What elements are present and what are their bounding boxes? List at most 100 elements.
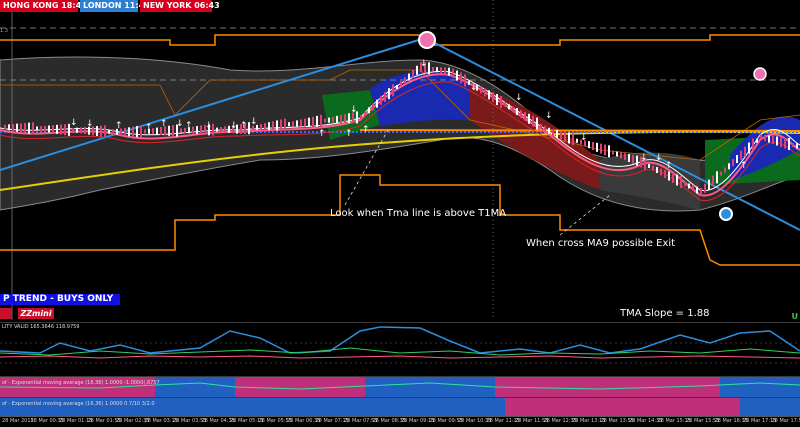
candle	[704, 184, 706, 193]
candle	[756, 139, 758, 143]
candle	[464, 74, 466, 86]
candle	[648, 164, 650, 168]
candle	[52, 125, 54, 133]
down-arrow-icon: ↓	[70, 118, 78, 128]
candle	[560, 131, 562, 140]
candle	[260, 124, 262, 130]
candle	[656, 167, 658, 173]
candle	[96, 126, 98, 136]
candle	[380, 96, 382, 105]
up-arrow-icon: ↑	[665, 161, 673, 171]
candle	[568, 133, 570, 144]
candle	[544, 126, 546, 131]
down-arrow-icon: ↓	[230, 121, 238, 131]
candle	[416, 66, 418, 75]
clock-london: LONDON 11:43	[80, 0, 138, 12]
candle	[156, 128, 158, 135]
candle	[796, 144, 798, 149]
candle	[616, 152, 618, 157]
down-arrow-icon: ↓	[655, 153, 663, 163]
candle	[132, 127, 134, 137]
bottom-marker-circle[interactable]	[720, 208, 732, 220]
candle	[328, 118, 330, 123]
candle	[692, 185, 694, 191]
candle	[724, 168, 726, 173]
candle	[388, 88, 390, 99]
candle	[384, 92, 386, 102]
candle	[716, 171, 718, 183]
candle	[24, 123, 26, 133]
candle	[592, 142, 594, 150]
annotation-tma-above: Look when Tma line is above T1MA	[330, 208, 506, 219]
candle	[784, 138, 786, 149]
main-chart[interactable]: ↑↑↑↑↑↑↑↑↑↑↓↓↓↓↓↓↓↓↓↓↓↓↓↓ 1.3 HONG KONG 1…	[0, 0, 800, 320]
candle	[536, 118, 538, 130]
candle	[16, 124, 18, 132]
candle	[684, 182, 686, 186]
candle	[552, 129, 554, 136]
candle	[588, 141, 590, 148]
candle	[456, 71, 458, 81]
down-arrow-icon: ↓	[580, 133, 588, 143]
candle	[708, 180, 710, 190]
candle	[364, 111, 366, 116]
time-label: 28 Mar 17:55	[772, 418, 800, 424]
top-marker-circle[interactable]	[419, 32, 435, 48]
candle	[340, 115, 342, 123]
down-arrow-icon: ↓	[515, 93, 523, 103]
candle	[360, 115, 362, 119]
candle	[596, 143, 598, 152]
up-arrow-icon: ↑	[115, 121, 123, 131]
candle	[48, 126, 50, 133]
candle	[492, 92, 494, 102]
time-label: 28 Mar 2015	[2, 418, 34, 424]
red-button[interactable]	[0, 308, 12, 319]
candle	[728, 163, 730, 169]
annotation-tma-slope: TMA Slope = 1.88	[620, 308, 710, 319]
candle	[80, 127, 82, 133]
candle	[484, 88, 486, 96]
candle	[448, 68, 450, 76]
candle	[168, 126, 170, 136]
candle	[488, 90, 490, 99]
candle	[60, 125, 62, 135]
candle	[108, 130, 110, 134]
candle	[548, 128, 550, 134]
candle	[332, 117, 334, 123]
candle	[288, 122, 290, 126]
candle	[736, 155, 738, 163]
candle	[400, 81, 402, 86]
candle	[104, 125, 106, 137]
candle	[76, 128, 78, 133]
indicator-panel-2[interactable]: of - Exponential moving average (16,36) …	[0, 376, 800, 397]
top-marker-circle-2[interactable]	[754, 68, 766, 80]
candle	[220, 127, 222, 132]
candle	[432, 67, 434, 71]
candle	[732, 159, 734, 166]
zzmini-button[interactable]: ZZmini	[18, 308, 54, 319]
indicator-panel-1[interactable]: LITY VALID 165.3646 118.9759	[0, 322, 800, 376]
candle	[772, 136, 774, 144]
down-arrow-icon: ↓	[205, 121, 213, 131]
candle	[408, 74, 410, 81]
candle	[40, 126, 42, 131]
candle	[136, 126, 138, 137]
corner-label: U	[792, 312, 799, 321]
indicator-1-pink-line	[0, 356, 800, 358]
candle	[264, 123, 266, 130]
candle	[280, 120, 282, 131]
up-arrow-icon: ↑	[362, 125, 370, 135]
candle	[672, 173, 674, 183]
candle	[696, 187, 698, 194]
candle	[652, 166, 654, 171]
candle	[300, 120, 302, 127]
candle	[392, 84, 394, 96]
candle	[276, 120, 278, 130]
candle	[44, 126, 46, 132]
candle	[528, 114, 530, 124]
indicator-3-label: of - Exponential moving average (16,36) …	[2, 401, 155, 407]
price-chart-canvas[interactable]: ↑↑↑↑↑↑↑↑↑↑↓↓↓↓↓↓↓↓↓↓↓↓↓↓	[0, 0, 800, 320]
candle	[504, 102, 506, 106]
indicator-panel-3[interactable]: of - Exponential moving average (16,36) …	[0, 397, 800, 416]
candle	[600, 144, 602, 154]
